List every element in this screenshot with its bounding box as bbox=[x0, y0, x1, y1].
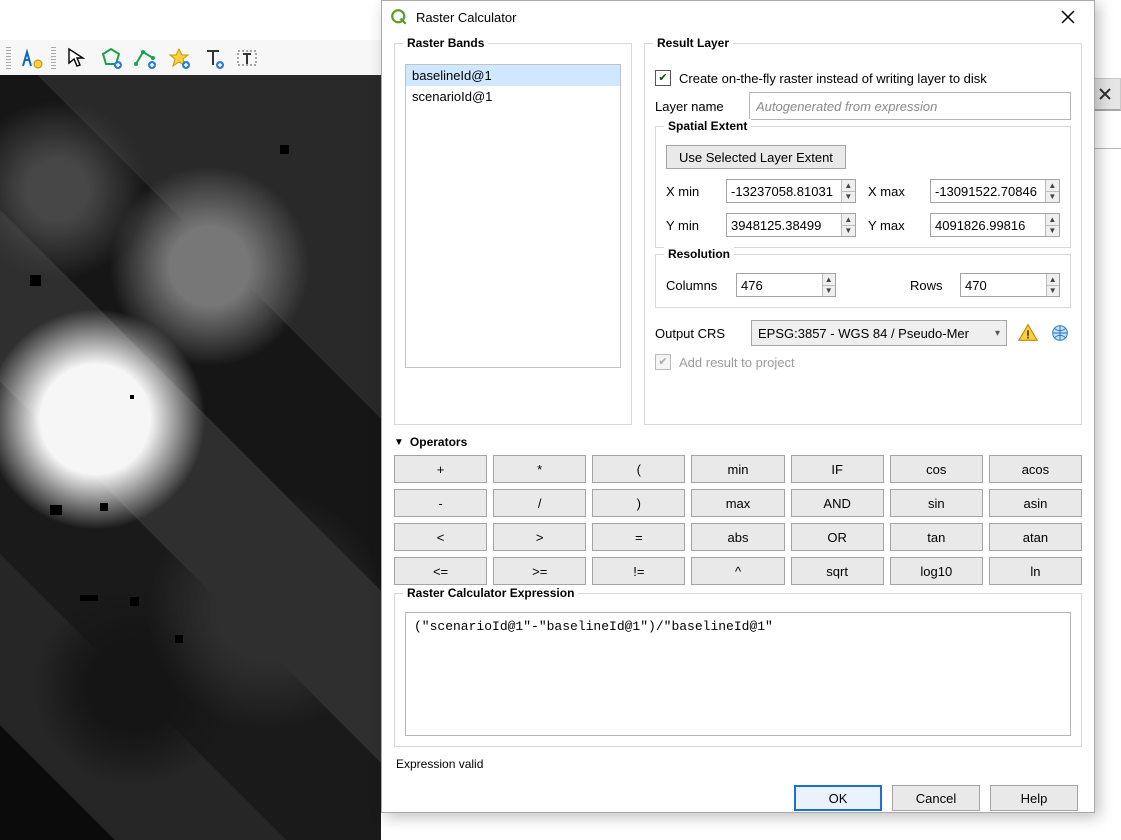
warning-icon bbox=[1017, 322, 1039, 344]
ymin-input[interactable]: ▲▼ bbox=[726, 213, 856, 237]
spatial-extent-label: Spatial Extent bbox=[664, 119, 751, 133]
layer-name-input[interactable] bbox=[749, 92, 1071, 120]
ymax-label: Y max bbox=[868, 218, 918, 233]
operator-button[interactable]: <= bbox=[394, 557, 487, 585]
operator-button[interactable]: cos bbox=[890, 455, 983, 483]
output-crs-value: EPSG:3857 - WGS 84 / Pseudo-Mer bbox=[758, 326, 969, 341]
ok-button[interactable]: OK bbox=[794, 785, 882, 811]
resolution-group: Resolution Columns ▲▼ Rows ▲▼ bbox=[655, 254, 1071, 308]
annotation-tool-icon[interactable] bbox=[17, 43, 47, 73]
toolbar-grip bbox=[6, 47, 11, 69]
xmin-input[interactable]: ▲▼ bbox=[726, 179, 856, 203]
triangle-down-icon: ▼ bbox=[394, 437, 404, 448]
operator-button[interactable]: IF bbox=[791, 455, 884, 483]
raster-calculator-dialog: Raster Calculator Raster Bands baselineI… bbox=[381, 0, 1095, 813]
dialog-button-row: OK Cancel Help bbox=[394, 779, 1082, 812]
result-layer-label: Result Layer bbox=[653, 36, 733, 50]
operator-button[interactable]: < bbox=[394, 523, 487, 551]
close-icon bbox=[1061, 10, 1075, 24]
polygon-add-icon[interactable] bbox=[96, 43, 126, 73]
operator-button[interactable]: tan bbox=[890, 523, 983, 551]
create-onfly-checkbox[interactable] bbox=[655, 70, 671, 86]
operator-button[interactable]: ( bbox=[592, 455, 685, 483]
raster-bands-list[interactable]: baselineId@1scenarioId@1 bbox=[405, 64, 621, 368]
line-add-icon[interactable] bbox=[130, 43, 160, 73]
operator-button[interactable]: / bbox=[493, 489, 586, 517]
expression-label: Raster Calculator Expression bbox=[403, 586, 578, 600]
operator-button[interactable]: atan bbox=[989, 523, 1082, 551]
expression-textarea[interactable]: ("scenarioId@1"-"baselineId@1")/"baselin… bbox=[405, 612, 1071, 736]
operator-button[interactable]: AND bbox=[791, 489, 884, 517]
operator-button[interactable]: asin bbox=[989, 489, 1082, 517]
main-toolbar bbox=[0, 40, 386, 78]
spatial-extent-group: Spatial Extent Use Selected Layer Extent… bbox=[655, 126, 1071, 248]
output-crs-select[interactable]: EPSG:3857 - WGS 84 / Pseudo-Mer ▾ bbox=[751, 320, 1007, 346]
operator-button[interactable]: sqrt bbox=[791, 557, 884, 585]
operators-section: ▼ Operators +*(minIFcosacos-/)maxANDsina… bbox=[394, 433, 1082, 585]
xmin-label: X min bbox=[666, 184, 714, 199]
raster-bands-group: Raster Bands baselineId@1scenarioId@1 bbox=[394, 43, 632, 425]
operator-button[interactable]: min bbox=[691, 455, 784, 483]
resolution-label: Resolution bbox=[664, 247, 734, 261]
expression-status: Expression valid bbox=[394, 755, 1082, 771]
layer-name-label: Layer name bbox=[655, 99, 741, 114]
xmax-input[interactable]: ▲▼ bbox=[930, 179, 1060, 203]
dialog-titlebar[interactable]: Raster Calculator bbox=[382, 1, 1094, 33]
output-crs-label: Output CRS bbox=[655, 326, 741, 341]
help-button[interactable]: Help bbox=[990, 785, 1078, 811]
create-onfly-label: Create on-the-fly raster instead of writ… bbox=[679, 71, 987, 86]
operator-button[interactable]: + bbox=[394, 455, 487, 483]
map-canvas-raster[interactable] bbox=[0, 75, 381, 840]
operator-button[interactable]: ^ bbox=[691, 557, 784, 585]
rows-input[interactable]: ▲▼ bbox=[960, 273, 1060, 297]
xmax-label: X max bbox=[868, 184, 918, 199]
toolbar-grip bbox=[51, 47, 56, 69]
operator-button[interactable]: * bbox=[493, 455, 586, 483]
result-layer-group: Result Layer Create on-the-fly raster in… bbox=[644, 43, 1082, 425]
rows-label: Rows bbox=[910, 278, 950, 293]
operators-toggle[interactable]: ▼ Operators bbox=[394, 435, 1082, 449]
operator-button[interactable]: != bbox=[592, 557, 685, 585]
operator-button[interactable]: = bbox=[592, 523, 685, 551]
dialog-title: Raster Calculator bbox=[416, 10, 1050, 25]
columns-input[interactable]: ▲▼ bbox=[736, 273, 836, 297]
add-result-checkbox bbox=[655, 354, 671, 370]
favorite-add-icon[interactable] bbox=[164, 43, 194, 73]
expression-group: Raster Calculator Expression ("scenarioI… bbox=[394, 593, 1082, 747]
select-crs-button[interactable] bbox=[1049, 322, 1071, 344]
close-icon bbox=[1098, 87, 1112, 101]
raster-bands-label: Raster Bands bbox=[403, 36, 488, 50]
ymax-input[interactable]: ▲▼ bbox=[930, 213, 1060, 237]
operator-button[interactable]: > bbox=[493, 523, 586, 551]
operator-button[interactable]: - bbox=[394, 489, 487, 517]
chevron-down-icon: ▾ bbox=[995, 328, 1000, 339]
operators-label: Operators bbox=[410, 435, 467, 449]
add-result-label: Add result to project bbox=[679, 355, 795, 370]
operator-button[interactable]: log10 bbox=[890, 557, 983, 585]
raster-band-item[interactable]: scenarioId@1 bbox=[406, 86, 620, 107]
qgis-icon bbox=[390, 8, 408, 26]
select-tool-icon[interactable] bbox=[62, 43, 92, 73]
use-selected-extent-button[interactable]: Use Selected Layer Extent bbox=[666, 145, 846, 169]
operator-button[interactable]: sin bbox=[890, 489, 983, 517]
operators-grid: +*(minIFcosacos-/)maxANDsinasin<>=absORt… bbox=[394, 455, 1082, 585]
dialog-close-button[interactable] bbox=[1050, 3, 1086, 31]
operator-button[interactable]: ) bbox=[592, 489, 685, 517]
text-box-icon[interactable] bbox=[232, 43, 262, 73]
operator-button[interactable]: acos bbox=[989, 455, 1082, 483]
operator-button[interactable]: >= bbox=[493, 557, 586, 585]
operator-button[interactable]: abs bbox=[691, 523, 784, 551]
text-add-icon[interactable] bbox=[198, 43, 228, 73]
ymin-label: Y min bbox=[666, 218, 714, 233]
operator-button[interactable]: ln bbox=[989, 557, 1082, 585]
cancel-button[interactable]: Cancel bbox=[892, 785, 980, 811]
operator-button[interactable]: OR bbox=[791, 523, 884, 551]
raster-band-item[interactable]: baselineId@1 bbox=[406, 65, 620, 86]
columns-label: Columns bbox=[666, 278, 726, 293]
operator-button[interactable]: max bbox=[691, 489, 784, 517]
